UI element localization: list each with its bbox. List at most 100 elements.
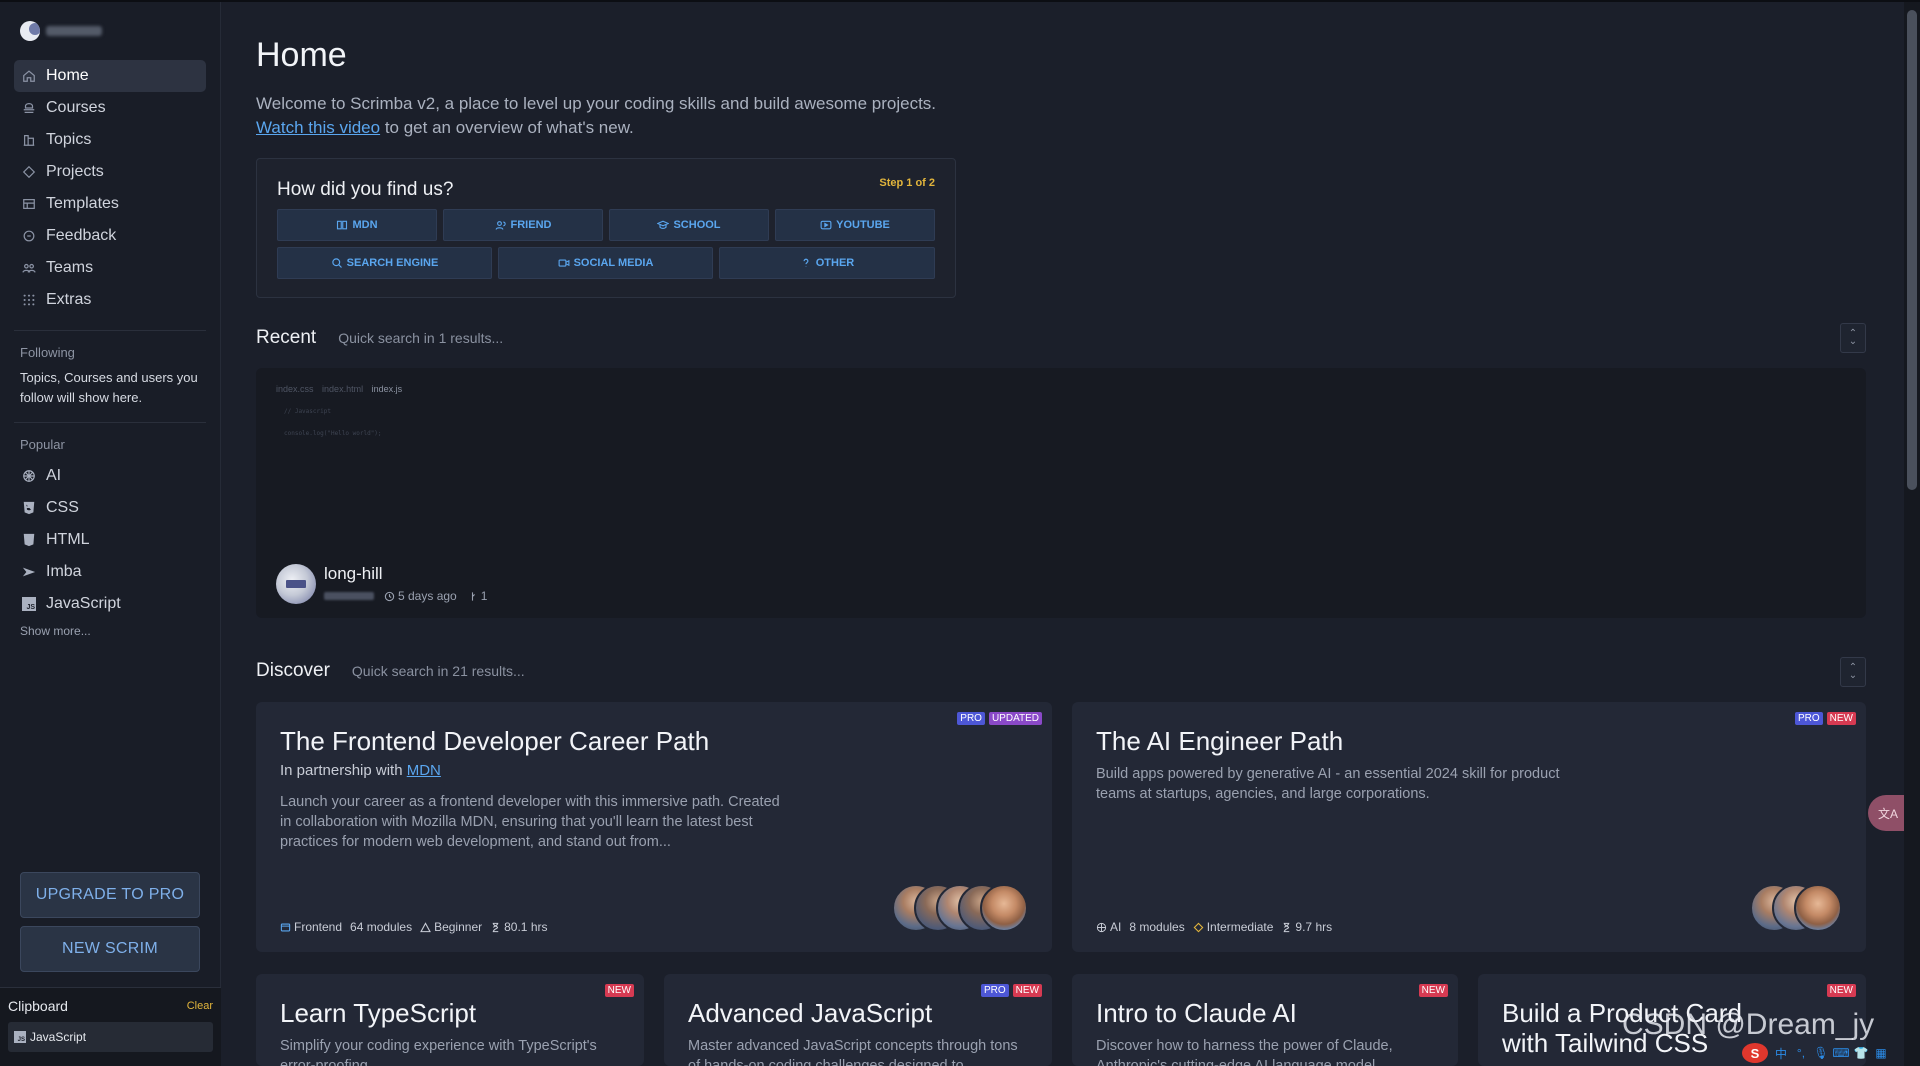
punctuation-icon[interactable]: °, [1794, 1046, 1808, 1060]
csdn-watermark: CSDN @Dream_jy [1622, 1008, 1875, 1041]
ime-toolbar[interactable]: S 中 °, 🎙 ⌨ 👕 ▦ [1742, 1042, 1888, 1064]
course-card-intro-to-claude-ai[interactable]: NEW Intro to Claude AI Discover how to h… [1072, 974, 1458, 1066]
recent-sort-button[interactable]: ⌃ ⌄ [1840, 323, 1866, 353]
nav-item-topics[interactable]: Topics [14, 124, 206, 156]
card-badges: NEW [1418, 984, 1448, 997]
nav-item-courses[interactable]: Courses [14, 92, 206, 124]
recent-search-input[interactable]: Quick search in 1 results... [338, 330, 503, 346]
html-icon [22, 533, 36, 547]
option-other[interactable]: OTHER [719, 247, 935, 279]
card-topic: Frontend [280, 920, 342, 934]
popular-item-css[interactable]: CSS [0, 492, 220, 524]
toolbox-icon[interactable]: ▦ [1874, 1046, 1888, 1060]
course-card-frontend-path[interactable]: PRO UPDATED The Frontend Developer Caree… [256, 702, 1052, 952]
popular-item-imba[interactable]: Imba [0, 556, 220, 588]
feedback-icon [22, 229, 36, 243]
nav-item-templates[interactable]: Templates [14, 188, 206, 220]
keyboard-icon[interactable]: ⌨ [1832, 1046, 1849, 1060]
sidebar: Home Courses Topics Projects Templates F… [0, 2, 221, 1066]
option-school[interactable]: SCHOOL [609, 209, 769, 241]
discover-search-input[interactable]: Quick search in 21 results... [352, 663, 525, 679]
ai-icon [22, 469, 36, 483]
welcome-line: Watch this video to get an overview of w… [256, 116, 1056, 140]
nav-item-extras[interactable]: Extras [14, 284, 206, 316]
course-card-learn-typescript[interactable]: NEW Learn TypeScript Simplify your codin… [256, 974, 644, 1066]
sogou-ime-logo[interactable]: S [1742, 1043, 1768, 1063]
survey-question: How did you find us? [277, 179, 454, 200]
welcome-line: Welcome to Scrimba v2, a place to level … [256, 94, 937, 113]
scrim-name: long-hill [324, 564, 383, 583]
option-social-media[interactable]: SOCIAL MEDIA [498, 247, 713, 279]
clipboard-item[interactable]: JS JavaScript [8, 1022, 213, 1052]
author-blurred [324, 592, 374, 600]
search-icon [331, 258, 342, 268]
welcome-text: Welcome to Scrimba v2, a place to level … [256, 92, 1056, 140]
option-friend[interactable]: FRIEND [443, 209, 603, 241]
nav-item-teams[interactable]: Teams [14, 252, 206, 284]
popular-item-html[interactable]: HTML [0, 524, 220, 556]
hourglass-icon [492, 922, 499, 932]
card-modules: 64 modules [350, 920, 413, 934]
instructor-avatar [1794, 884, 1842, 932]
nav-item-feedback[interactable]: Feedback [14, 220, 206, 252]
clipboard-clear-button[interactable]: Clear [187, 1000, 213, 1012]
watch-video-link[interactable]: Watch this video [256, 118, 380, 137]
card-badges: PRO NEW [980, 984, 1042, 997]
microphone-icon[interactable]: 🎙 [1813, 1046, 1828, 1060]
warning-triangle-icon [420, 921, 431, 932]
card-level: Beginner [420, 920, 482, 934]
ime-language-indicator[interactable]: 中 [1774, 1046, 1788, 1061]
partnership-text: In partnership with [280, 762, 407, 779]
topics-icon [22, 133, 36, 147]
upgrade-to-pro-button[interactable]: UPGRADE TO PRO [20, 872, 200, 918]
badge-updated: UPDATED [988, 712, 1042, 725]
show-more-link[interactable]: Show more... [0, 624, 220, 638]
window-top-edge [0, 0, 1920, 2]
option-label: SOCIAL MEDIA [573, 257, 654, 269]
imba-icon [22, 565, 36, 579]
scrollbar-thumb[interactable] [1907, 10, 1917, 490]
course-card-ai-engineer-path[interactable]: PRO NEW The AI Engineer Path Build apps … [1072, 702, 1866, 952]
nav-label: Courses [46, 99, 106, 116]
card-hours: 9.7 hrs [1281, 920, 1332, 934]
popular-item-javascript[interactable]: JS JavaScript [0, 588, 220, 620]
option-search-engine[interactable]: SEARCH ENGINE [277, 247, 492, 279]
nav-label: Teams [46, 259, 94, 276]
recent-scrim-card[interactable]: index.css index.html index.js // Javascr… [256, 368, 1866, 618]
option-label: SEARCH ENGINE [346, 257, 439, 269]
courses-icon [22, 101, 36, 115]
recent-title: Recent [256, 327, 317, 348]
question-mark-icon [803, 258, 809, 267]
following-heading: Following [20, 345, 75, 360]
card-topic-label: Frontend [294, 920, 343, 934]
user-logo[interactable] [0, 2, 220, 60]
badge-pro: PRO [1794, 712, 1823, 725]
file-tab-active: index.js [371, 384, 403, 394]
new-scrim-button[interactable]: NEW SCRIM [20, 926, 200, 972]
option-mdn[interactable]: MDN [277, 209, 437, 241]
badge-pro: PRO [980, 984, 1009, 997]
course-card-advanced-javascript[interactable]: PRO NEW Advanced JavaScript Master advan… [664, 974, 1052, 1066]
nav-item-projects[interactable]: Projects [14, 156, 206, 188]
how-did-you-find-us-panel: How did you find us? Step 1 of 2 MDN FRI… [256, 158, 956, 298]
option-youtube[interactable]: YOUTUBE [775, 209, 935, 241]
clipboard-title: Clipboard [8, 998, 68, 1014]
scrim-avatar [276, 564, 316, 604]
nav-label: Home [46, 67, 89, 84]
discover-sort-button[interactable]: ⌃ ⌄ [1840, 657, 1866, 687]
translate-floating-button[interactable]: 文A [1868, 795, 1908, 831]
javascript-icon: JS [14, 1031, 26, 1043]
nav-label: Extras [46, 291, 92, 308]
option-label: OTHER [815, 257, 855, 269]
card-badges: NEW [604, 984, 634, 997]
skin-icon[interactable]: 👕 [1854, 1046, 1869, 1060]
mdn-link[interactable]: MDN [407, 762, 441, 779]
home-icon [22, 69, 36, 83]
discover-title: Discover [256, 660, 330, 681]
clipboard-panel: Clipboard Clear JS JavaScript [0, 987, 221, 1066]
camera-icon [558, 259, 569, 267]
logo-icon [20, 21, 40, 41]
nav-item-home[interactable]: Home [14, 60, 206, 92]
popular-label: HTML [46, 531, 90, 548]
popular-item-ai[interactable]: AI [0, 460, 220, 492]
